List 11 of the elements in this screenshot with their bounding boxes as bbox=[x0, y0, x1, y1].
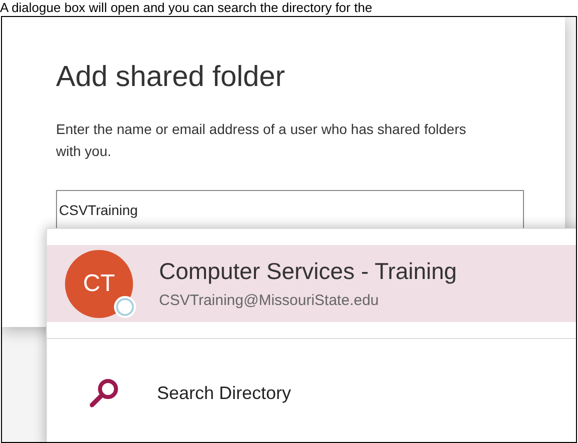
dialog-title: Add shared folder bbox=[56, 60, 285, 95]
caption-text: A dialogue box will open and you can search the directory for the bbox=[0, 0, 372, 15]
name-input-field[interactable]: CSVTraining bbox=[56, 190, 524, 230]
presence-icon bbox=[114, 296, 136, 318]
description-text: Enter the name or email address of a user who has shared folders with you. bbox=[56, 120, 468, 161]
avatar-initials: CT bbox=[83, 268, 115, 298]
contact-name: Computer Services - Training bbox=[159, 256, 457, 286]
search-icon bbox=[87, 376, 121, 410]
contact-email: CSVTraining@MissouriState.edu bbox=[159, 290, 380, 310]
search-directory-item[interactable]: Search Directory bbox=[47, 338, 576, 442]
contact-suggestion[interactable]: CT Computer Services - Training CSVTraining@MissouriState.edu bbox=[47, 245, 576, 322]
